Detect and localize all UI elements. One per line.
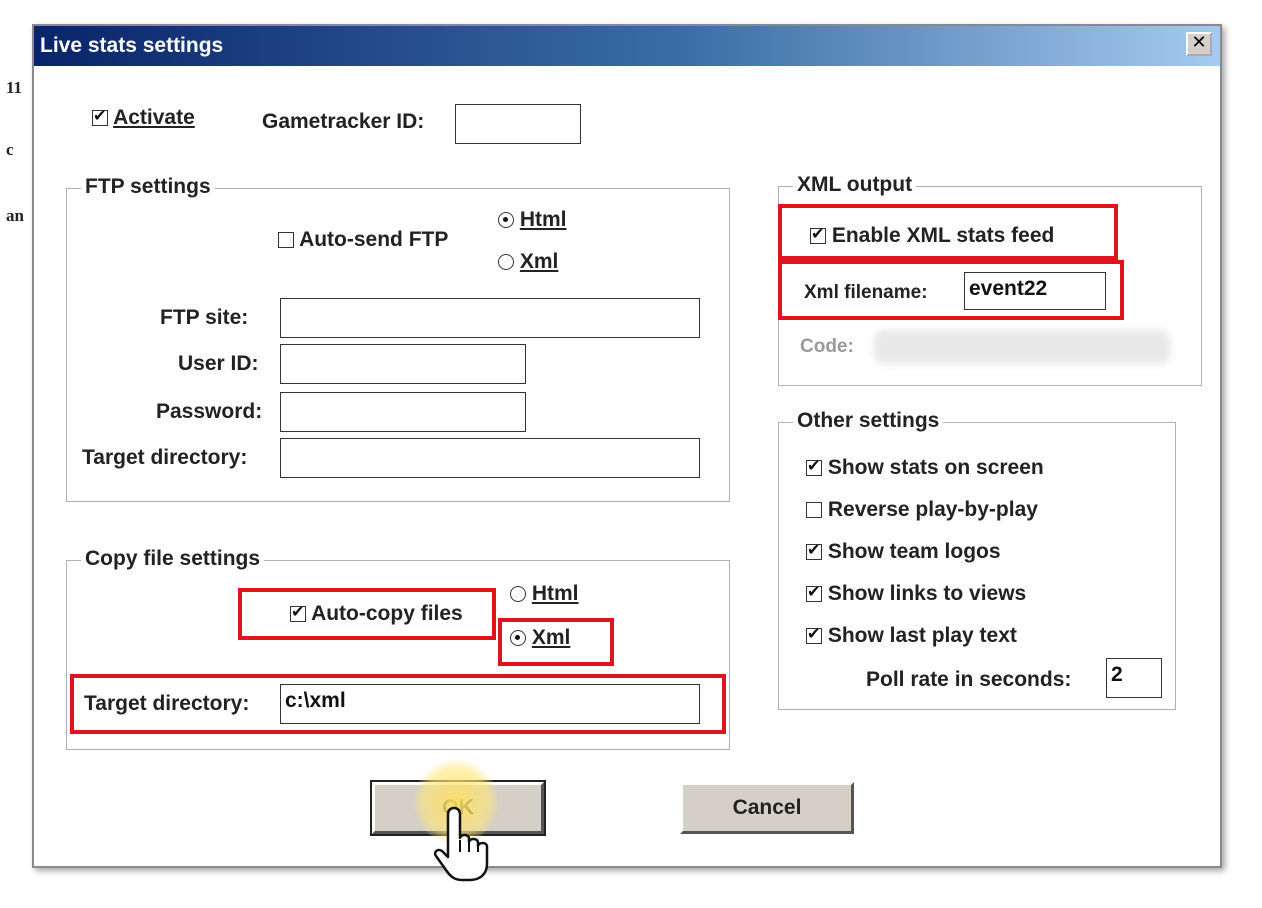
- ftp-site-input[interactable]: [280, 298, 700, 338]
- dialog-title: Live stats settings: [40, 34, 224, 57]
- user-id-input[interactable]: [280, 344, 526, 384]
- show-stats-on-screen-checkbox[interactable]: Show stats on screen: [806, 456, 1044, 480]
- ftp-format-html-radio[interactable]: Html: [498, 208, 567, 232]
- target-directory-highlight: [70, 674, 726, 734]
- xml-output-title: XML output: [793, 173, 917, 197]
- check-icon: [806, 540, 822, 561]
- ftp-format-xml-radio[interactable]: Xml: [498, 250, 558, 274]
- radio-selected-icon: [498, 212, 514, 229]
- activate-checkbox[interactable]: Activate: [92, 106, 195, 130]
- auto-send-check-icon: [278, 232, 294, 249]
- hand-pointer-icon: [433, 806, 489, 882]
- auto-send-ftp-checkbox[interactable]: Auto-send FTP: [278, 228, 448, 252]
- background-fragment: c: [6, 140, 14, 159]
- check-icon: [806, 502, 822, 519]
- ftp-target-directory-label: Target directory:: [82, 446, 248, 469]
- check-icon: [806, 456, 822, 477]
- title-bar[interactable]: Live stats settings ✕: [34, 26, 1220, 66]
- code-value-blurred: [874, 330, 1170, 364]
- copy-format-html-radio[interactable]: Html: [510, 582, 579, 606]
- background-fragment: 11: [6, 78, 23, 97]
- ftp-settings-title: FTP settings: [81, 175, 215, 199]
- enable-xml-highlight: [778, 204, 1118, 260]
- copy-file-settings-title: Copy file settings: [81, 547, 265, 571]
- show-team-logos-checkbox[interactable]: Show team logos: [806, 540, 1001, 564]
- code-label: Code:: [800, 336, 854, 357]
- xml-filename-highlight: [778, 260, 1124, 320]
- user-id-label: User ID:: [178, 352, 259, 375]
- show-links-to-views-checkbox[interactable]: Show links to views: [806, 582, 1026, 606]
- close-icon[interactable]: ✕: [1186, 32, 1212, 56]
- gametracker-id-input[interactable]: [455, 104, 581, 144]
- reverse-play-by-play-checkbox[interactable]: Reverse play-by-play: [806, 498, 1038, 522]
- live-stats-settings-dialog: Live stats settings ✕ Activate Gametrack…: [32, 24, 1222, 882]
- activate-check-icon: [92, 106, 108, 127]
- cancel-button[interactable]: Cancel: [680, 782, 854, 834]
- ftp-target-directory-input[interactable]: [280, 438, 700, 478]
- background-fragment: an: [6, 206, 24, 225]
- password-input[interactable]: [280, 392, 526, 432]
- radio-empty-icon: [498, 254, 514, 271]
- check-icon: [806, 624, 822, 645]
- poll-rate-label: Poll rate in seconds:: [866, 668, 1072, 691]
- check-icon: [806, 582, 822, 603]
- gametracker-id-label: Gametracker ID:: [262, 110, 425, 133]
- ftp-site-label: FTP site:: [160, 306, 249, 329]
- auto-copy-highlight: [238, 588, 496, 640]
- poll-rate-input[interactable]: 2: [1106, 658, 1162, 698]
- password-label: Password:: [156, 400, 263, 423]
- radio-empty-icon: [510, 586, 526, 603]
- show-last-play-text-checkbox[interactable]: Show last play text: [806, 624, 1017, 648]
- xml-radio-highlight: [498, 618, 614, 666]
- other-settings-title: Other settings: [793, 409, 944, 433]
